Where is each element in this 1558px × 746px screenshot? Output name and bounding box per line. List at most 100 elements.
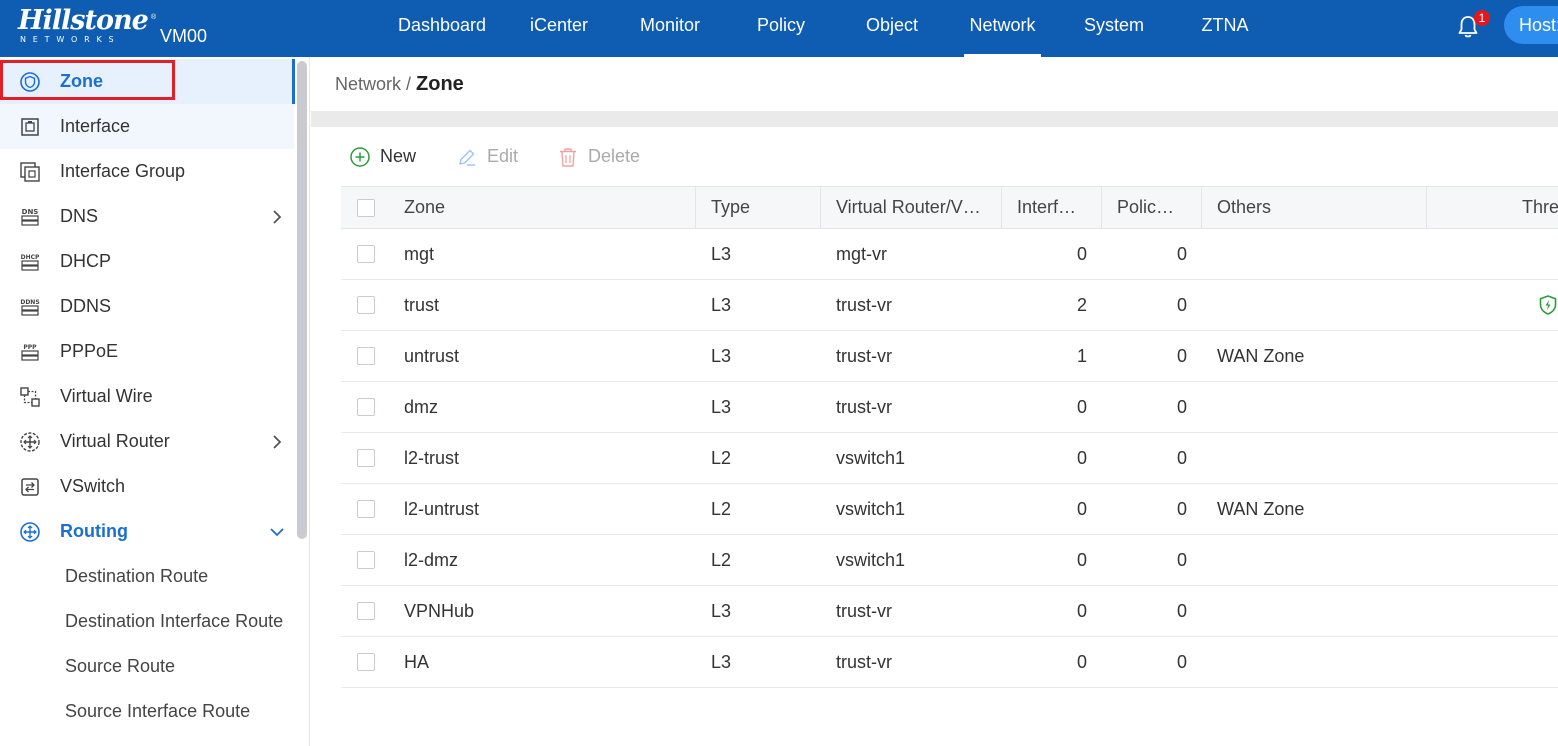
- sidebar-item-virtual-router[interactable]: Virtual Router: [0, 419, 294, 464]
- cell-policies: 0: [1176, 295, 1187, 315]
- cell-policies: 0: [1176, 601, 1187, 621]
- breadcrumb-parent[interactable]: Network: [335, 74, 401, 94]
- sidebar-item-routing[interactable]: Routing: [0, 509, 294, 554]
- table-row[interactable]: l2-trust L2 vswitch1 0 0: [341, 433, 1558, 484]
- column-divider[interactable]: [695, 187, 696, 229]
- table-row[interactable]: untrust L3 trust-vr 1 0 WAN Zone: [341, 331, 1558, 382]
- column-header-others[interactable]: Others: [1217, 187, 1397, 229]
- cell-virtual-router: vswitch1: [836, 499, 906, 519]
- row-checkbox[interactable]: [357, 398, 375, 416]
- sidebar-item-pppoe[interactable]: PPP PPPoE: [0, 329, 294, 374]
- cell-policies: 0: [1176, 346, 1187, 366]
- cell-type: L3: [711, 295, 732, 315]
- sidebar-subitem-label: Source Route: [65, 656, 176, 676]
- column-divider[interactable]: [1426, 187, 1427, 229]
- row-checkbox[interactable]: [357, 551, 375, 569]
- cell-virtual-router: mgt-vr: [836, 244, 887, 264]
- column-header-virtual-router[interactable]: Virtual Router/V…: [836, 187, 1006, 229]
- table-row[interactable]: mgt L3 mgt-vr 0 0: [341, 229, 1558, 280]
- host-menu[interactable]: Host:: [1504, 6, 1558, 44]
- table-row[interactable]: HA L3 trust-vr 0 0: [341, 637, 1558, 688]
- cell-virtual-router: trust-vr: [836, 346, 892, 366]
- trash-icon: [560, 148, 576, 167]
- row-checkbox[interactable]: [357, 653, 375, 671]
- breadcrumb: Network / Zone: [335, 72, 464, 96]
- sidebar-item-interface[interactable]: Interface: [0, 104, 294, 149]
- sidebar-item-label: PPPoE: [60, 341, 119, 361]
- sidebar-item-label: VSwitch: [60, 476, 126, 496]
- sidebar-scrollbar[interactable]: [297, 61, 307, 539]
- nav-icenter[interactable]: iCenter: [521, 0, 597, 57]
- table-row[interactable]: dmz L3 trust-vr 0 0: [341, 382, 1558, 433]
- nav-network[interactable]: Network: [964, 0, 1041, 57]
- sidebar-item-ddns[interactable]: DDNS DDNS: [0, 284, 294, 329]
- sidebar-item-vswitch[interactable]: VSwitch: [0, 464, 294, 509]
- table-row[interactable]: l2-untrust L2 vswitch1 0 0 WAN Zone: [341, 484, 1558, 535]
- sidebar-subitem-destination-interface-route[interactable]: Destination Interface Route: [0, 599, 294, 644]
- new-button[interactable]: New: [349, 143, 419, 169]
- column-header-policies[interactable]: Polic…: [1117, 187, 1197, 229]
- cell-zone: VPNHub: [404, 601, 475, 621]
- sidebar-item-label: DHCP: [60, 251, 112, 271]
- logo-registered-mark: ®: [151, 14, 157, 21]
- cell-interfaces: 1: [1076, 346, 1087, 366]
- table-row[interactable]: trust L3 trust-vr 2 0: [341, 280, 1558, 331]
- cell-policies: 0: [1176, 550, 1187, 570]
- nav-system[interactable]: System: [1078, 0, 1150, 57]
- chevron-right-icon: [273, 210, 282, 224]
- cell-interfaces: 0: [1076, 244, 1087, 264]
- plus-circle-icon: [350, 147, 370, 167]
- routing-icon: [20, 522, 40, 542]
- sidebar-item-label: Routing: [60, 521, 128, 541]
- content-divider: [311, 111, 1558, 127]
- column-divider[interactable]: [1001, 187, 1002, 229]
- nav-dashboard[interactable]: Dashboard: [392, 0, 492, 57]
- cell-others: WAN Zone: [1217, 499, 1305, 519]
- row-checkbox[interactable]: [357, 245, 375, 263]
- sidebar-item-interface-group[interactable]: Interface Group: [0, 149, 294, 194]
- cell-zone: HA: [404, 652, 430, 672]
- edit-button[interactable]: Edit: [456, 143, 520, 169]
- table-row[interactable]: l2-dmz L2 vswitch1 0 0: [341, 535, 1558, 586]
- sidebar-item-dns[interactable]: DNS DNS: [0, 194, 294, 239]
- column-divider[interactable]: [1101, 187, 1102, 229]
- delete-button[interactable]: Delete: [557, 143, 641, 169]
- sidebar-item-label: DNS: [60, 206, 99, 226]
- nav-ztna[interactable]: ZTNA: [1194, 0, 1256, 57]
- sidebar-item-virtual-wire[interactable]: Virtual Wire: [0, 374, 294, 419]
- nav-monitor[interactable]: Monitor: [632, 0, 708, 57]
- highlight-annotation-box: [0, 60, 175, 100]
- column-divider[interactable]: [1201, 187, 1202, 229]
- cell-policies: 0: [1176, 652, 1187, 672]
- sidebar-subitem-source-route[interactable]: Source Route: [0, 644, 294, 689]
- row-checkbox[interactable]: [357, 449, 375, 467]
- row-checkbox[interactable]: [357, 500, 375, 518]
- row-checkbox[interactable]: [357, 296, 375, 314]
- sidebar-subitem-source-interface-route[interactable]: Source Interface Route: [0, 689, 294, 734]
- cell-zone: mgt: [404, 244, 435, 264]
- select-all-checkbox[interactable]: [357, 199, 375, 217]
- threat-protection-shield-icon[interactable]: [1537, 294, 1558, 316]
- column-header-interfaces[interactable]: Interf…: [1017, 187, 1097, 229]
- column-header-type[interactable]: Type: [711, 187, 811, 229]
- cell-type: L2: [711, 550, 732, 570]
- column-divider[interactable]: [820, 187, 821, 229]
- pppoe-icon: PPP: [21, 344, 39, 361]
- cell-type: L3: [711, 652, 732, 672]
- new-button-label: New: [380, 146, 417, 166]
- hillstone-logo[interactable]: Hillstone NETWORKS ®: [18, 6, 156, 46]
- cell-interfaces: 0: [1076, 499, 1087, 519]
- nav-object[interactable]: Object: [858, 0, 926, 57]
- cell-zone: l2-untrust: [404, 499, 480, 519]
- sidebar-item-label: Interface: [60, 116, 131, 136]
- row-checkbox[interactable]: [357, 347, 375, 365]
- nav-policy[interactable]: Policy: [748, 0, 814, 57]
- column-header-threat[interactable]: Thre: [1522, 187, 1558, 229]
- sidebar-item-dhcp[interactable]: DHCP DHCP: [0, 239, 294, 284]
- sidebar-subitem-destination-route[interactable]: Destination Route: [0, 554, 294, 599]
- cell-others: WAN Zone: [1217, 346, 1305, 366]
- interface-group-icon: [20, 162, 40, 182]
- table-row[interactable]: VPNHub L3 trust-vr 0 0: [341, 586, 1558, 637]
- column-header-zone[interactable]: Zone: [404, 187, 684, 229]
- row-checkbox[interactable]: [357, 602, 375, 620]
